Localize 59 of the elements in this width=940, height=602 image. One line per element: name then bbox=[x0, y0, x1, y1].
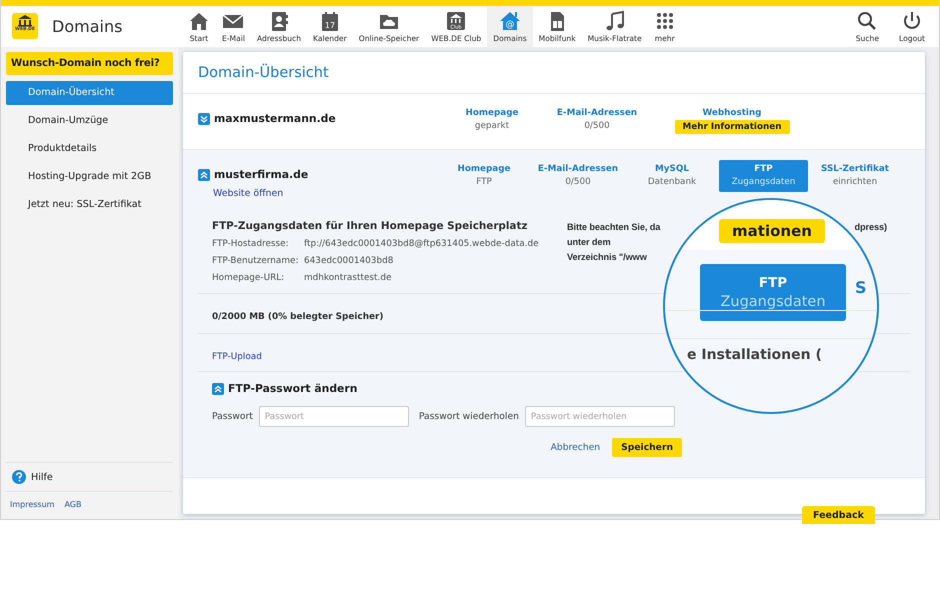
column-value: geparkt bbox=[474, 121, 510, 131]
field-value: 643edc0001403bd8 bbox=[304, 256, 394, 266]
info-button[interactable]: Mehr Informationen bbox=[674, 120, 790, 134]
field-label: Homepage-URL: bbox=[212, 273, 286, 283]
notice-text: unter dem bbox=[567, 237, 611, 247]
collapse-icon[interactable] bbox=[212, 382, 224, 394]
sidebar-item[interactable]: Domain-Übersicht bbox=[6, 81, 173, 105]
domain-tab[interactable]: E-Mail-Adressen 0/500 bbox=[531, 160, 625, 192]
notice-text: dpress) bbox=[854, 221, 887, 234]
cancel-link[interactable]: Abbrechen bbox=[550, 442, 600, 453]
ftp-tab[interactable]: FTP Zugangsdaten bbox=[700, 264, 846, 321]
power-icon bbox=[901, 10, 923, 32]
column-value: 0/500 bbox=[584, 121, 610, 131]
section-heading: e Installationen ( bbox=[687, 347, 822, 363]
expand-icon[interactable] bbox=[198, 112, 210, 124]
footer-link[interactable]: Impressum bbox=[10, 500, 54, 509]
footer-link[interactable]: AGB bbox=[64, 500, 82, 509]
home-icon bbox=[188, 10, 210, 32]
website-link[interactable]: Website öffnen bbox=[213, 188, 284, 199]
section-heading: FTP-Passwort ändern bbox=[228, 382, 358, 395]
help-icon bbox=[12, 470, 26, 484]
section-title: Domain-Übersicht bbox=[197, 62, 330, 83]
notice-text: Verzeichnis "/www bbox=[567, 252, 647, 262]
column-title: Webhosting bbox=[702, 108, 762, 118]
field-label: Passwort bbox=[212, 411, 253, 422]
collapse-icon[interactable] bbox=[198, 168, 210, 180]
field-label: FTP-Hostadresse: bbox=[212, 239, 290, 249]
page-title: Domains bbox=[52, 17, 124, 38]
sidebar-item[interactable]: Jetzt neu: SSL-Zertifikat bbox=[6, 193, 173, 217]
heading-fragment: S bbox=[855, 278, 867, 297]
info-button[interactable]: mationen bbox=[719, 219, 825, 243]
domain-name: maxmustermann.de bbox=[214, 112, 336, 125]
house-icon: @ bbox=[498, 10, 521, 32]
password-field[interactable]: Passwort wiederholen bbox=[524, 406, 675, 427]
domain-tab[interactable]: FTP Zugangsdaten bbox=[719, 160, 808, 192]
sidebar-item[interactable]: Hosting-Upgrade mit 2GB bbox=[6, 165, 173, 189]
search-icon bbox=[856, 10, 878, 32]
notice-text: Bitte beachten Sie, da bbox=[567, 221, 660, 234]
field-value: ftp://643edc0001403bd8@ftp631405.webde-data.de bbox=[304, 239, 539, 249]
password-field[interactable]: Passwort bbox=[258, 406, 409, 427]
field-label: Passwort wiederholen bbox=[418, 411, 519, 422]
domain-tab[interactable]: SSL-Zertifikat einrichten bbox=[808, 160, 902, 192]
domain-tab[interactable]: MySQL Datenbank bbox=[625, 160, 719, 192]
sidebar-item[interactable]: Produktdetails bbox=[6, 137, 173, 161]
save-button[interactable]: Speichern bbox=[612, 438, 682, 457]
section-heading: FTP-Zugangsdaten für Ihren Homepage Speicherplatz bbox=[212, 220, 528, 232]
domain-name: musterfirma.de bbox=[214, 168, 308, 181]
column-title: Homepage bbox=[465, 108, 519, 118]
sidebar-item[interactable]: Domain-Umzüge bbox=[6, 109, 173, 133]
music-note-icon bbox=[604, 10, 626, 32]
storage-usage: 0/2000 MB (0% belegter Speicher) bbox=[212, 312, 384, 322]
field-value: mdhkontrasttest.de bbox=[304, 273, 392, 283]
feedback-button[interactable]: Feedback bbox=[802, 506, 875, 524]
help-link[interactable]: Hilfe bbox=[31, 472, 53, 482]
column-title: E-Mail-Adressen bbox=[556, 108, 638, 118]
promo-banner[interactable]: Wunsch-Domain noch frei? bbox=[6, 52, 173, 75]
upload-link[interactable]: FTP-Upload bbox=[212, 352, 262, 362]
field-label: FTP-Benutzername: bbox=[212, 256, 300, 266]
domain-tab[interactable]: Homepage FTP bbox=[437, 160, 531, 192]
